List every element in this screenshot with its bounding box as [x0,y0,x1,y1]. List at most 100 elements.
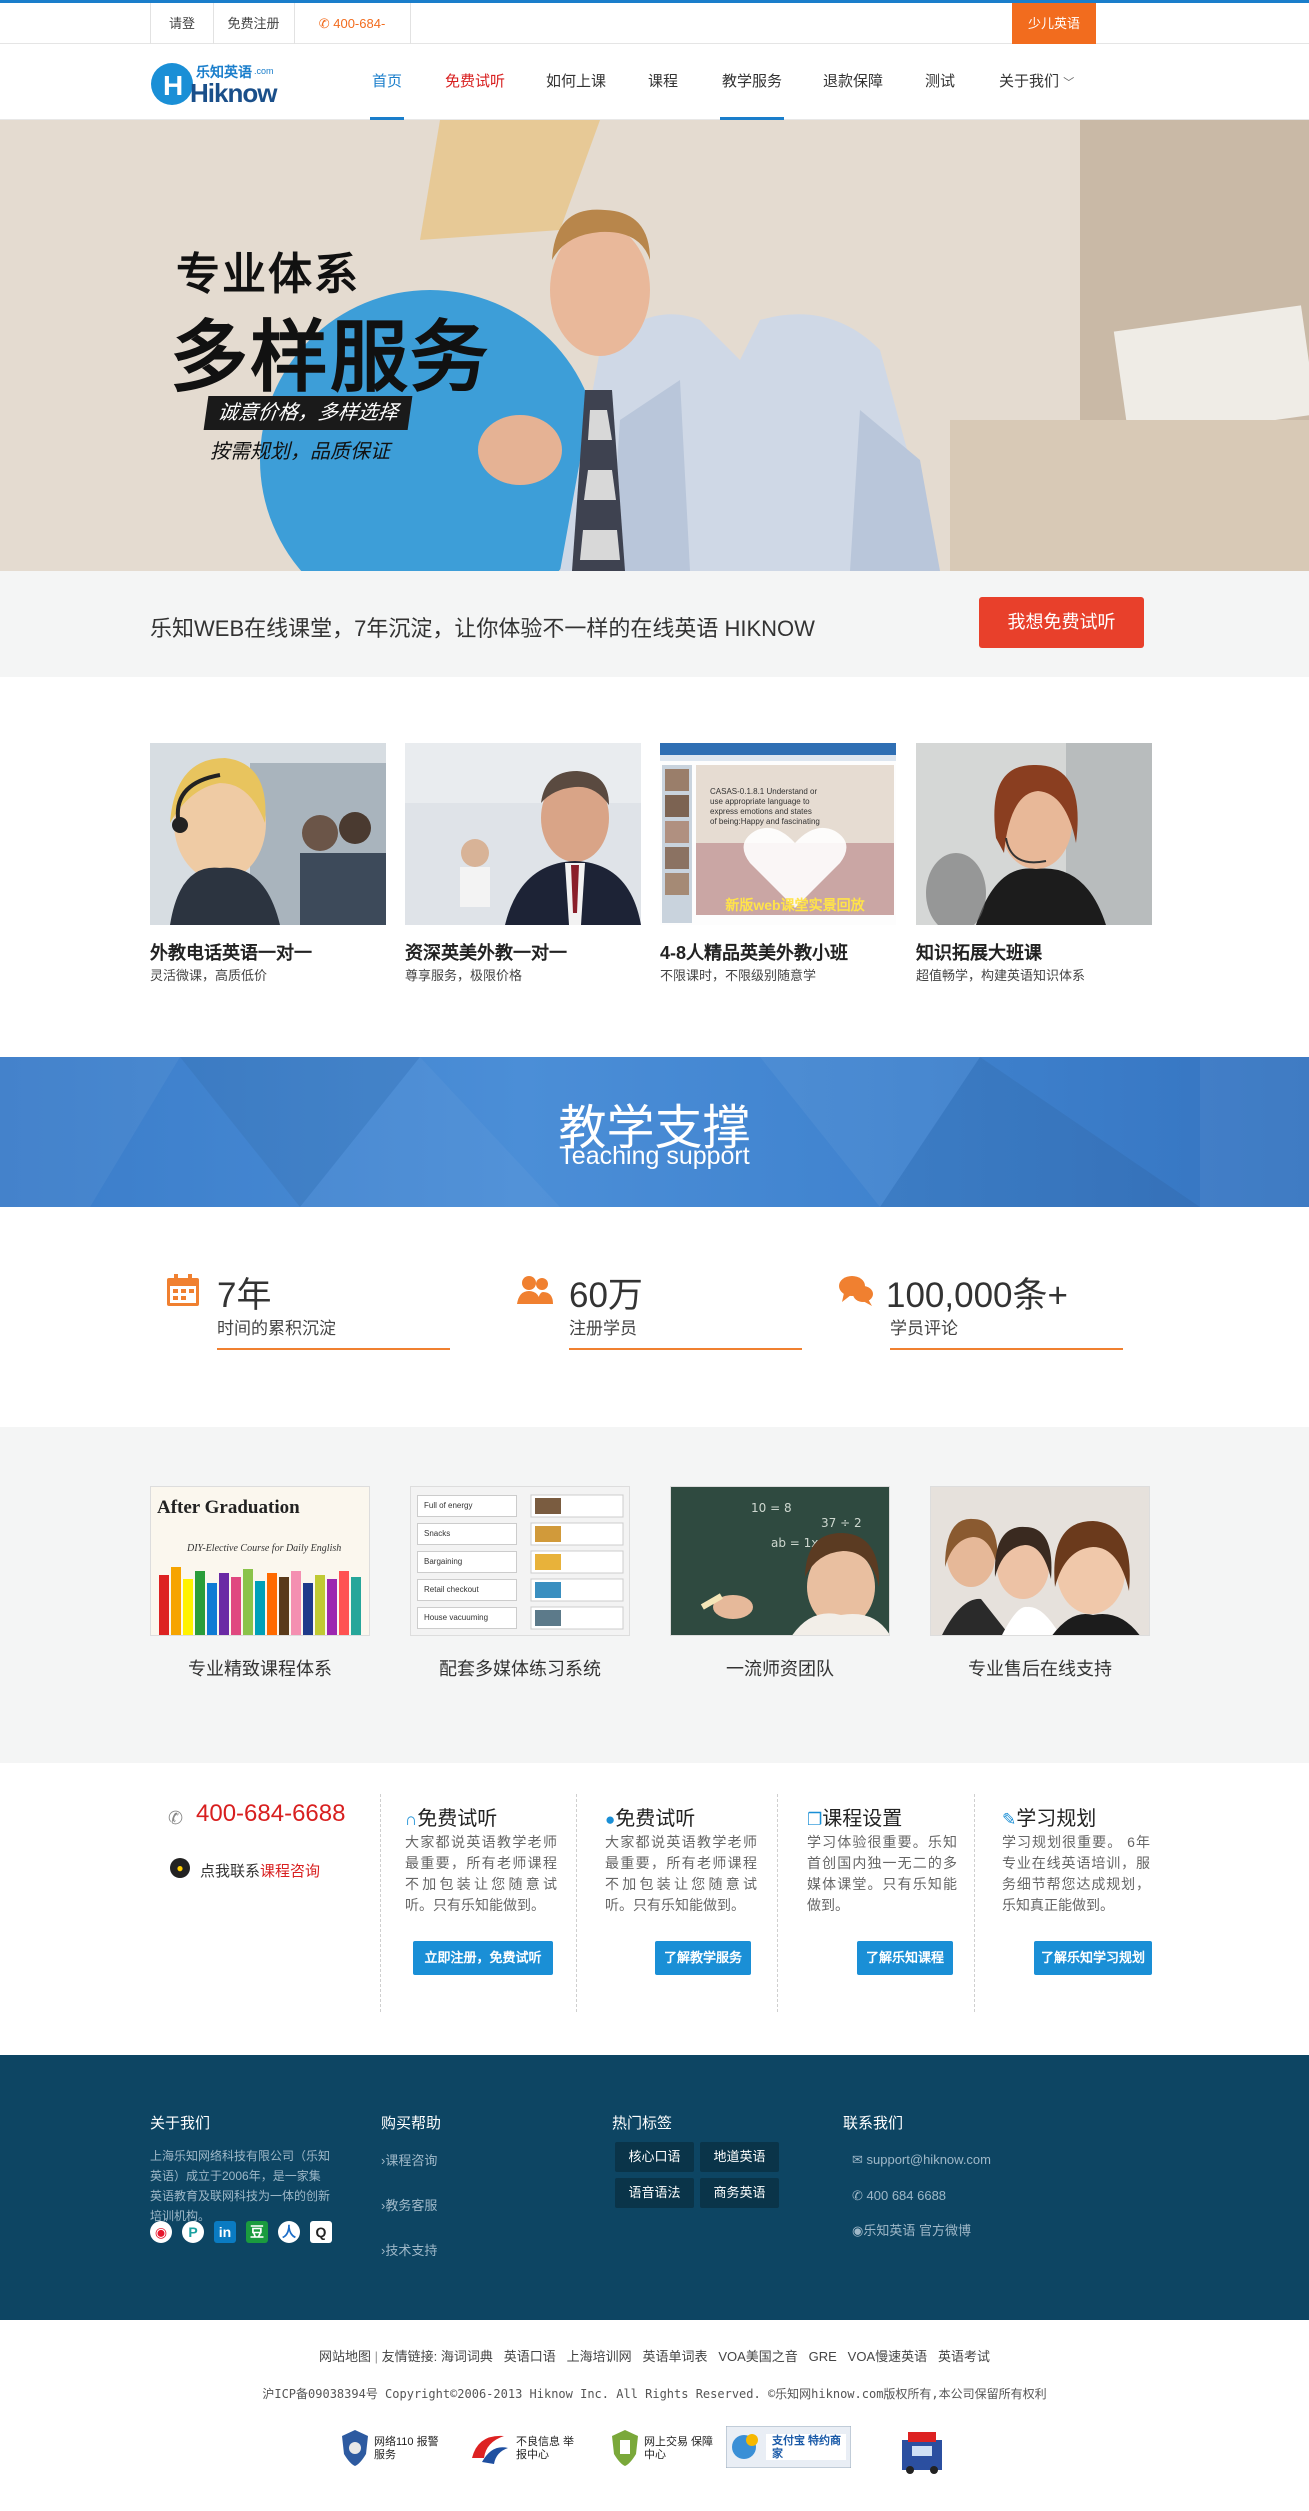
nav-about[interactable]: 关于我们 ﹀ [999,44,1074,120]
footer-about-title: 关于我们 [150,2115,211,2132]
feature-title: 一流师资团队 [726,1659,834,1679]
users-icon [517,1276,553,1304]
douban-icon[interactable]: 豆 [246,2221,268,2243]
nav-home[interactable]: 首页 [369,44,405,120]
feature-card[interactable]: Full of energy Snacks Bargaining Retail … [410,1486,630,1679]
stat-label: 时间的累积沉淀 [217,1319,336,1338]
stat-reviews: 100,000条+ 学员评论 [838,1262,1123,1354]
police-badge-icon [902,2432,942,2474]
qq-contact: 点我联系课程咨询 [200,1860,320,1881]
friend-link[interactable]: VOA慢速英语 [848,2349,927,2364]
logo[interactable]: H 乐知英语 .com Hiknow [150,60,280,108]
free-trial-button[interactable]: 我想免费试听 [979,597,1144,648]
badge-police-car[interactable] [896,2422,950,2474]
footer-help-link[interactable]: ›技术支持 [381,2240,437,2259]
badge-label: 网络110 报警服务 [374,2436,439,2461]
footer-help-label: 技术支持 [385,2243,438,2258]
column-divider [576,1794,577,2012]
chat-icon [839,1276,873,1306]
logo-com: .com [254,66,274,76]
course-card[interactable]: CASAS-0.1.8.1 Understand or use appropri… [660,743,896,983]
footer-help-label: 课程咨询 [385,2153,438,2168]
headphones-icon: ∩ [405,1810,418,1829]
footer-weibo[interactable]: ◉乐知英语 官方微博 [852,2220,971,2239]
tag-link[interactable]: 核心口语 [615,2142,694,2172]
nav-refund[interactable]: 退款保障 [823,44,883,120]
course-subtitle: 不限课时，不限级别随意学 [660,968,817,983]
tag-link[interactable]: 商务英语 [700,2178,779,2208]
course-image-caption: 新版web课堂实景回放 [725,897,865,913]
login-link[interactable]: 请登录 [150,3,214,72]
p-icon[interactable]: P [182,2221,204,2243]
friend-link[interactable]: 英语口语 [504,2349,556,2364]
calendar-icon [167,1274,199,1306]
course-image-text: CASAS-0.1.8.1 Understand or use appropri… [710,787,820,826]
course-card[interactable]: 外教电话英语一对一 灵活微课，高质低价 [150,743,386,983]
nav-courses[interactable]: 课程 [648,44,678,120]
weibo-icon[interactable]: ◉ [150,2221,172,2243]
badge-report[interactable]: 不良信息 举报中心 [468,2422,578,2474]
register-trial-button[interactable]: 立即注册，免费试听 [413,1941,553,1975]
phone-icon: ✆ [852,2188,867,2203]
column-divider [777,1794,778,2012]
footer-help-title: 购买帮助 [381,2115,442,2132]
register-link[interactable]: 免费注册 [213,3,295,44]
feature-card[interactable]: 10 = 8 37 ÷ 2 ab = 1x 一流师资团队 [670,1486,890,1679]
tag-link[interactable]: 语音语法 [615,2178,694,2208]
footer-help-link[interactable]: ›教务客服 [381,2195,437,2214]
hero-banner[interactable]: 专业体系 多样服务 诚意价格，多样选择 按需规划，品质保证 [0,120,1309,571]
nav-teaching-service[interactable]: 教学服务 [719,44,785,120]
courses-button[interactable]: 了解乐知课程 [857,1941,953,1975]
course-title: 资深英美外教一对一 [405,943,567,963]
feature-image: After Graduation DIY-Elective Course for… [150,1486,370,1636]
stat-value: 7年 [217,1276,272,1315]
footer-help-link[interactable]: ›课程咨询 [381,2150,437,2169]
linkedin-icon[interactable]: in [214,2221,236,2243]
badge-alipay[interactable]: 支付宝 特约商家 [726,2422,851,2474]
friend-links-label: 友情链接: [381,2349,438,2364]
stat-underline [569,1348,802,1350]
promo-strip: 乐知WEB在线课堂，7年沉淀，让你体验不一样的在线英语 HIKNOW 我想免费试… [0,571,1309,677]
qq-icon[interactable]: Q [310,2221,332,2243]
nav-test[interactable]: 测试 [925,44,955,120]
nav-how-to-class[interactable]: 如何上课 [546,44,606,120]
friend-link[interactable]: GRE [809,2349,837,2364]
tag-link[interactable]: 地道英语 [700,2142,779,2172]
feature-title: 专业精致课程体系 [188,1659,332,1679]
friend-link[interactable]: 海词词典 [441,2349,493,2364]
course-subtitle: 尊享服务，极限价格 [405,968,523,983]
svg-text:10 = 8: 10 = 8 [751,1501,792,1515]
course-card[interactable]: 知识拓展大班课 超值畅学，构建英语知识体系 [916,743,1152,983]
qq-consult-link[interactable]: 课程咨询 [260,1863,320,1880]
feature-image: 10 = 8 37 ÷ 2 ab = 1x [670,1486,890,1636]
qq-icon: ● [170,1858,190,1878]
column-divider [380,1794,381,2012]
course-title: 外教电话英语一对一 [150,943,312,963]
kids-english-button[interactable]: 少儿英语 [1012,3,1096,44]
stat-label: 学员评论 [890,1319,958,1338]
phone-icon: ✆ [318,16,330,31]
feature-card[interactable]: After Graduation DIY-Elective Course for… [150,1486,370,1679]
course-title: 知识拓展大班课 [916,943,1042,963]
column-heading: ✎学习规划 [1002,1802,1096,1831]
renren-icon[interactable]: 人 [278,2221,300,2243]
friend-link[interactable]: 英语考试 [938,2349,990,2364]
column-divider [974,1794,975,2012]
friend-link[interactable]: VOA美国之音 [718,2349,797,2364]
column-title: 课程设置 [822,1808,903,1830]
feature-card[interactable]: 专业售后在线支持 [930,1486,1150,1679]
course-card[interactable]: 资深英美外教一对一 尊享服务，极限价格 [405,743,641,983]
feature-image: Full of energy Snacks Bargaining Retail … [410,1486,630,1636]
badge-110[interactable]: 网络110 报警服务 [340,2422,440,2474]
badge-trade[interactable]: 网上交易 保障中心 [610,2422,720,2474]
nav-free-trial[interactable]: 免费试听 [445,44,505,120]
study-plan-button[interactable]: 了解乐知学习规划 [1034,1941,1152,1975]
sitemap-link[interactable]: 网站地图 [319,2349,371,2364]
stat-value: 60万 [569,1276,643,1315]
teaching-support-banner: 教学支撑 Teaching support [0,1057,1309,1207]
friend-link[interactable]: 英语单词表 [642,2349,707,2364]
stat-years: 7年 时间的累积沉淀 [165,1262,450,1354]
service-column: ✎学习规划 学习规划很重要。 6年专业在线英语培训，服务细节帮您达成规划，乐知真… [1002,1794,1162,2012]
teaching-service-button[interactable]: 了解教学服务 [655,1941,751,1975]
friend-link[interactable]: 上海培训网 [567,2349,632,2364]
